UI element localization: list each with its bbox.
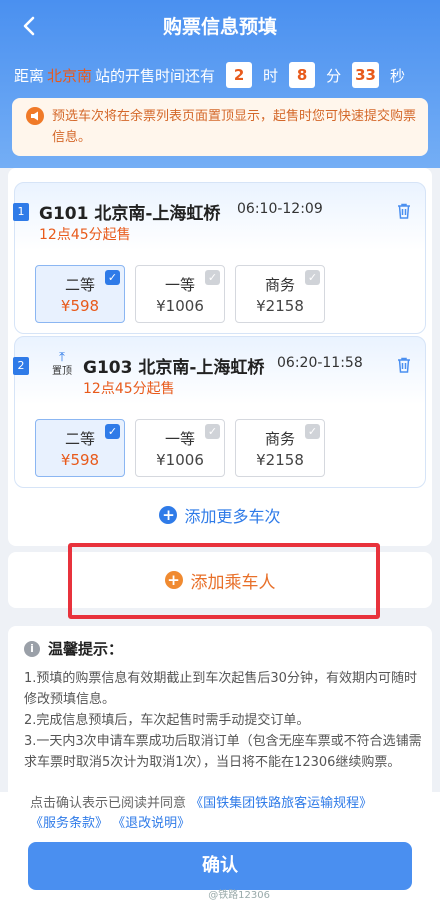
checkbox-unchecked-icon: ✓ [305,424,320,439]
info-icon: i [24,640,40,657]
train-number: G101 北京南-上海虹桥 [39,204,221,224]
seat-price: ¥1006 [156,451,204,469]
countdown-minutes-unit: 分 [326,66,342,85]
train-sale-time: 12点45分起售 [39,227,131,243]
tips-item: 3.一天内3次申请车票成功后取消订单（包含无座车票或不符合选铺需求车票时取消5次… [24,734,422,770]
highlight-frame [68,543,380,619]
confirm-button[interactable]: 确认 [28,842,412,890]
notice-text: 预选车次将在余票列表页面置顶显示，起售时您可快速提交购票信息。 [52,109,417,145]
train-index-badge: 1 [13,203,29,221]
add-more-trains-button[interactable]: + 添加更多车次 [8,503,432,527]
plus-circle-icon: + [159,506,178,524]
refund-policy-link[interactable]: 《退改说明》 [112,816,190,831]
terms-of-service-link[interactable]: 《服务条款》 [30,816,108,831]
seat-price: ¥1006 [156,297,204,315]
train-time: 06:10-12:09 [237,201,323,217]
seat-option-business-class[interactable]: ✓ 商务 ¥2158 [235,265,325,323]
tips-title: 温馨提示： [48,640,124,658]
notice-banner: 预选车次将在余票列表页面置顶显示，起售时您可快速提交购票信息。 [12,98,428,156]
train-index-badge: 2 [13,357,29,375]
agreement-prefix: 点击确认表示已阅读并同意 [30,796,187,811]
seat-option-business-class[interactable]: ✓ 商务 ¥2158 [235,419,325,477]
trash-icon[interactable] [397,357,411,373]
checkbox-checked-icon: ✓ [105,424,120,439]
seat-price: ¥2158 [256,297,304,315]
watermark: @铁路12306 [208,890,270,901]
tips-item: 2.完成信息预填后，车次起售时需手动提交订单。 [24,713,310,728]
countdown-minutes: 8 [289,62,316,88]
seat-price: ¥2158 [256,451,304,469]
train-number: G103 北京南-上海虹桥 [83,358,265,378]
header: 购票信息预填 距离 北京南 站的开售时间还有 2 时 8 分 33 秒 预选车次… [0,0,440,168]
agreement-text: 点击确认表示已阅读并同意 《国铁集团铁路旅客运输规程》 《服务条款》 《退改说明… [30,794,420,834]
checkbox-unchecked-icon: ✓ [305,270,320,285]
seat-option-second-class[interactable]: ✓ 二等 ¥598 [35,419,125,477]
seat-option-first-class[interactable]: ✓ 一等 ¥1006 [135,419,225,477]
seat-price: ¥598 [60,451,100,469]
checkbox-unchecked-icon: ✓ [205,270,220,285]
countdown-station: 北京南 [47,66,93,85]
seat-option-first-class[interactable]: ✓ 一等 ¥1006 [135,265,225,323]
countdown-middle: 站的开售时间还有 [95,66,216,85]
checkbox-checked-icon: ✓ [105,270,120,285]
train-sale-time: 12点45分起售 [83,381,175,397]
tips-panel: i 温馨提示： 1.预填的购票信息有效期截止到车次起售后30分钟，有效期内可随时… [8,626,432,792]
countdown-seconds: 33 [352,62,379,88]
train-time: 06:20-11:58 [277,355,363,371]
sale-countdown: 距离 北京南 站的开售时间还有 2 时 8 分 33 秒 [14,62,405,88]
train-card: 1 G101 北京南-上海虹桥 06:10-12:09 12点45分起售 ✓ 二… [13,182,426,334]
pin-top-label: 置顶 [52,366,72,377]
checkbox-unchecked-icon: ✓ [205,424,220,439]
tips-header: i 温馨提示： [24,638,123,659]
countdown-prefix: 距离 [14,66,45,85]
tips-item: 1.预填的购票信息有效期截止到车次起售后30分钟，有效期内可随时修改预填信息。 [24,671,417,707]
seat-price: ¥598 [60,297,100,315]
selected-trains-panel: 1 G101 北京南-上海虹桥 06:10-12:09 12点45分起售 ✓ 二… [8,168,432,546]
trash-icon[interactable] [397,203,411,219]
footer: 点击确认表示已阅读并同意 《国铁集团铁路旅客运输规程》 《服务条款》 《退改说明… [0,792,440,904]
pin-top-icon: ⤒ [59,350,65,365]
countdown-hours-unit: 时 [263,66,279,85]
megaphone-icon [26,107,44,125]
countdown-hours: 2 [226,62,253,88]
seat-option-second-class[interactable]: ✓ 二等 ¥598 [35,265,125,323]
countdown-seconds-unit: 秒 [389,66,405,85]
tips-list: 1.预填的购票信息有效期截止到车次起售后30分钟，有效期内可随时修改预填信息。 … [24,668,424,773]
page-title: 购票信息预填 [162,16,277,38]
pin-top-button[interactable]: ⤒ 置顶 [47,351,77,379]
train-card: 2 ⤒ 置顶 G103 北京南-上海虹桥 06:20-11:58 12点45分起… [13,336,426,488]
add-more-trains-label: 添加更多车次 [184,507,281,526]
transport-rules-link[interactable]: 《国铁集团铁路旅客运输规程》 [190,796,372,811]
